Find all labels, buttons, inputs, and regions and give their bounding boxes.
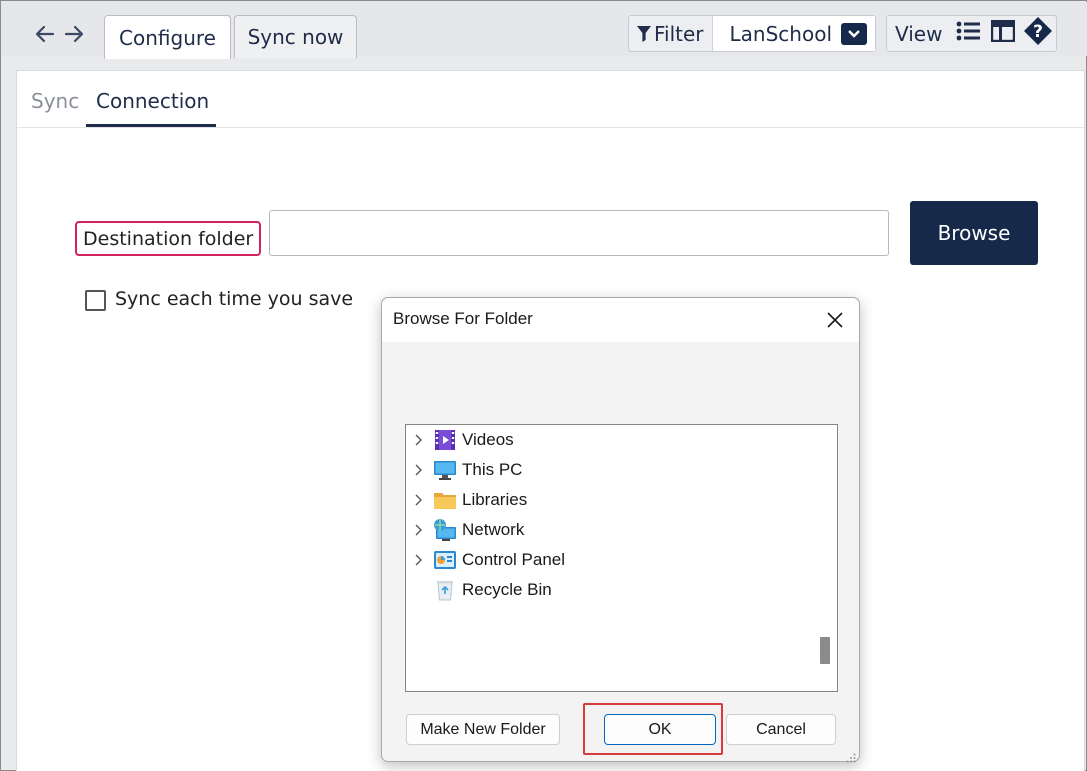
recycle-bin-icon — [432, 579, 458, 601]
folder-tree[interactable]: Videos This PC Libraries Network Control… — [405, 424, 838, 692]
tree-item-label: Videos — [462, 430, 514, 449]
browse-for-folder-dialog: Browse For Folder Videos This PC Librari… — [381, 297, 860, 763]
chevron-right-icon[interactable] — [406, 463, 432, 477]
chevron-right-icon[interactable] — [406, 493, 432, 507]
sync-each-save-label: Sync each time you save — [115, 288, 354, 310]
view-button[interactable]: View — [887, 16, 950, 51]
cancel-button[interactable]: Cancel — [726, 714, 836, 745]
help-icon: ? — [1023, 16, 1053, 51]
tree-scrollbar[interactable] — [817, 425, 837, 691]
tab-sync-now-label: Sync now — [247, 25, 344, 49]
sync-each-save-checkbox[interactable] — [85, 290, 106, 311]
close-icon[interactable] — [823, 308, 847, 332]
chevron-right-icon[interactable] — [406, 433, 432, 447]
top-toolbar: Configure Sync now Filter LanSchool View… — [2, 2, 1087, 59]
dialog-title: Browse For Folder — [393, 309, 533, 328]
filter-group: Filter LanSchool — [628, 15, 876, 52]
scrollbar-thumb[interactable] — [820, 637, 830, 664]
filter-icon — [637, 25, 651, 42]
filter-label: Filter — [654, 21, 704, 46]
chevron-right-icon[interactable] — [406, 523, 432, 537]
tree-item-recycle-bin[interactable]: Recycle Bin — [406, 575, 816, 605]
help-button[interactable]: ? — [1020, 16, 1056, 51]
videos-folder-icon — [432, 429, 458, 451]
filter-value: LanSchool — [729, 21, 833, 46]
cancel-button-label: Cancel — [756, 720, 806, 738]
tree-item-label: Control Panel — [462, 550, 566, 569]
browse-button[interactable]: Browse — [910, 201, 1038, 265]
filter-select[interactable]: LanSchool — [712, 16, 875, 51]
list-view-button[interactable] — [950, 16, 986, 51]
make-new-folder-label: Make New Folder — [420, 720, 546, 738]
control-panel-icon — [432, 549, 458, 571]
subtab-sync[interactable]: Sync — [31, 89, 79, 113]
destination-folder-input[interactable] — [269, 210, 889, 256]
this-pc-icon — [432, 459, 458, 481]
tab-configure[interactable]: Configure — [104, 15, 231, 59]
filter-button[interactable]: Filter — [629, 16, 712, 51]
tab-sync-now[interactable]: Sync now — [234, 15, 357, 58]
tab-configure-label: Configure — [119, 25, 216, 50]
chevron-right-icon[interactable] — [406, 553, 432, 567]
tree-item-label: Network — [462, 520, 525, 539]
ok-button-label: OK — [648, 720, 672, 738]
destination-folder-label-text: Destination folder — [83, 227, 254, 250]
layout-icon — [991, 19, 1016, 47]
back-arrow-icon[interactable] — [33, 22, 57, 46]
view-label: View — [895, 21, 943, 46]
subtab-connection[interactable]: Connection — [96, 89, 209, 113]
ok-button[interactable]: OK — [604, 714, 716, 745]
tree-item-label: Recycle Bin — [462, 580, 552, 599]
tree-item-videos[interactable]: Videos — [406, 425, 816, 455]
chevron-down-icon — [841, 22, 867, 45]
layout-button[interactable] — [986, 16, 1020, 51]
view-group: View ? — [886, 15, 1057, 52]
svg-text:?: ? — [1034, 22, 1044, 42]
resize-grip-icon[interactable] — [846, 748, 856, 763]
list-icon — [956, 20, 981, 47]
app-window: Configure Sync now Filter LanSchool View… — [0, 0, 1087, 771]
tree-item-label: This PC — [462, 460, 523, 479]
libraries-folder-icon — [432, 489, 458, 511]
tree-item-libraries[interactable]: Libraries — [406, 485, 816, 515]
make-new-folder-button[interactable]: Make New Folder — [406, 714, 560, 745]
tree-item-network[interactable]: Network — [406, 515, 816, 545]
forward-arrow-icon[interactable] — [62, 22, 86, 46]
tree-item-control-panel[interactable]: Control Panel — [406, 545, 816, 575]
active-tab-indicator — [86, 124, 216, 127]
destination-folder-label: Destination folder — [75, 221, 262, 256]
tree-item-this-pc[interactable]: This PC — [406, 455, 816, 485]
dialog-titlebar: Browse For Folder — [382, 298, 859, 342]
subtab-bar: Sync Connection — [17, 71, 1084, 128]
browse-button-label: Browse — [937, 221, 1011, 245]
network-icon — [432, 519, 458, 541]
tree-item-label: Libraries — [462, 490, 528, 509]
